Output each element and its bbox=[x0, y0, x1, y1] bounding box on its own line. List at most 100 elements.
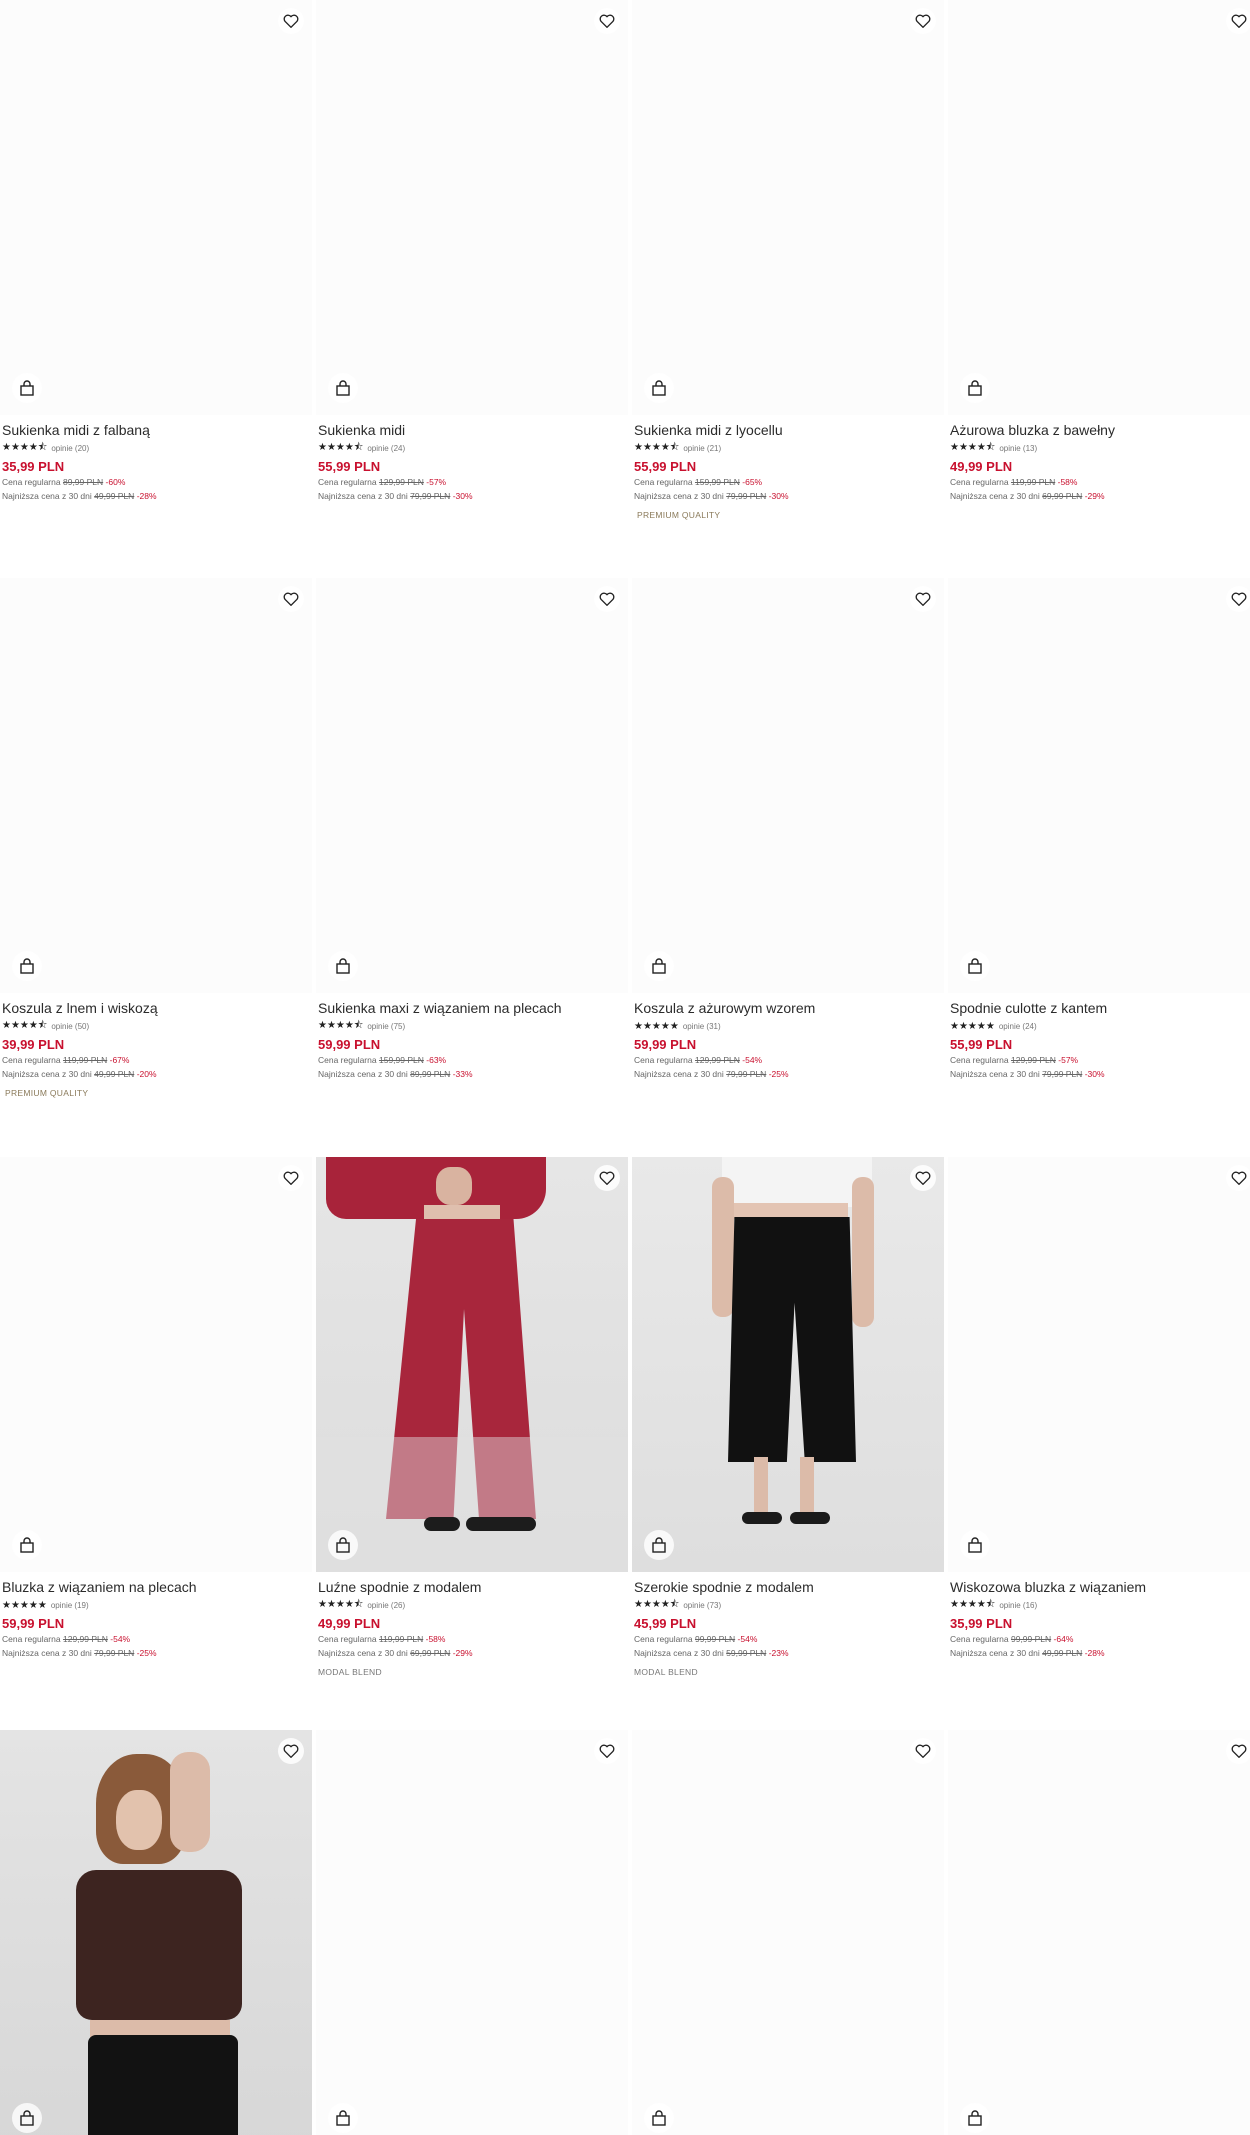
regular-price-line: Cena regularna 129,99 PLN -57% bbox=[950, 1055, 1079, 1065]
wishlist-heart-icon[interactable] bbox=[1226, 1165, 1250, 1191]
opinions-count[interactable]: opinie (73) bbox=[683, 1601, 721, 1610]
product-title[interactable]: Wiskozowa bluzka z wiązaniem bbox=[950, 1578, 1250, 1596]
wishlist-heart-icon[interactable] bbox=[278, 1738, 304, 1764]
rating-stars: ★★★★⯪ bbox=[318, 1598, 364, 1610]
add-to-bag-icon[interactable] bbox=[12, 373, 42, 403]
wishlist-heart-icon[interactable] bbox=[594, 586, 620, 612]
product-image[interactable] bbox=[316, 1157, 628, 1572]
add-to-bag-icon[interactable] bbox=[12, 951, 42, 981]
add-to-bag-icon[interactable] bbox=[644, 951, 674, 981]
product-price: 45,99 PLN bbox=[634, 1616, 697, 1631]
wishlist-heart-icon[interactable] bbox=[910, 586, 936, 612]
opinions-count[interactable]: opinie (31) bbox=[683, 1022, 721, 1031]
opinions-count[interactable]: opinie (26) bbox=[367, 1601, 405, 1610]
add-to-bag-icon[interactable] bbox=[960, 373, 990, 403]
product-title[interactable]: Szerokie spodnie z modalem bbox=[634, 1578, 944, 1596]
add-to-bag-icon[interactable] bbox=[328, 951, 358, 981]
product-title[interactable]: Spodnie culotte z kantem bbox=[950, 999, 1250, 1017]
regular-price-line: Cena regularna 159,99 PLN -63% bbox=[318, 1055, 447, 1065]
opinions-count[interactable]: opinie (24) bbox=[367, 444, 405, 453]
lowest-price-line: Najniższa cena z 30 dni 79,99 PLN -30% bbox=[634, 491, 789, 501]
add-to-bag-icon[interactable] bbox=[960, 1530, 990, 1560]
product-image[interactable] bbox=[632, 1157, 944, 1572]
add-to-bag-icon[interactable] bbox=[328, 373, 358, 403]
product-title[interactable]: Koszula z ażurowym wzorem bbox=[634, 999, 944, 1017]
product-title[interactable]: Sukienka midi z falbaną bbox=[2, 421, 312, 439]
wishlist-heart-icon[interactable] bbox=[910, 1738, 936, 1764]
product-title[interactable]: Sukienka midi z lyocellu bbox=[634, 421, 944, 439]
product-info: Sukienka midi ★★★★⯪ opinie (24) 55,99 PLN… bbox=[316, 421, 628, 503]
wishlist-heart-icon[interactable] bbox=[1226, 8, 1250, 34]
lowest-price-line: Najniższa cena z 30 dni 79,99 PLN -30% bbox=[318, 491, 473, 501]
product-image[interactable] bbox=[316, 578, 628, 993]
product-image[interactable] bbox=[948, 578, 1250, 993]
product-image[interactable] bbox=[316, 0, 628, 415]
product-photo-face bbox=[116, 1790, 162, 1850]
product-image[interactable] bbox=[0, 1157, 312, 1572]
add-to-bag-icon[interactable] bbox=[328, 2103, 358, 2133]
rating: ★★★★★ opinie (19) bbox=[2, 1599, 312, 1611]
add-to-bag-icon[interactable] bbox=[12, 1530, 42, 1560]
add-to-bag-icon[interactable] bbox=[644, 1530, 674, 1560]
product-title[interactable]: Bluzka z wiązaniem na plecach bbox=[2, 1578, 312, 1596]
regular-price-line: Cena regularna 89,99 PLN -60% bbox=[2, 477, 126, 487]
wishlist-heart-icon[interactable] bbox=[910, 1165, 936, 1191]
lowest-price-line: Najniższa cena z 30 dni 79,99 PLN -25% bbox=[2, 1648, 157, 1658]
product-image[interactable] bbox=[948, 0, 1250, 415]
add-to-bag-icon[interactable] bbox=[328, 1530, 358, 1560]
product-image[interactable] bbox=[632, 0, 944, 415]
add-to-bag-icon[interactable] bbox=[644, 2103, 674, 2133]
lowest-price-line: Najniższa cena z 30 dni 69,99 PLN -29% bbox=[318, 1648, 473, 1658]
product-image[interactable] bbox=[632, 578, 944, 993]
wishlist-heart-icon[interactable] bbox=[278, 8, 304, 34]
product-image[interactable] bbox=[0, 0, 312, 415]
product-image[interactable] bbox=[316, 1730, 628, 2135]
opinions-count[interactable]: opinie (21) bbox=[683, 444, 721, 453]
lowest-price-line: Najniższa cena z 30 dni 79,99 PLN -25% bbox=[634, 1069, 789, 1079]
wishlist-heart-icon[interactable] bbox=[278, 586, 304, 612]
product-price: 49,99 PLN bbox=[950, 459, 1013, 474]
product-photo-skin bbox=[424, 1205, 500, 1221]
opinions-count[interactable]: opinie (20) bbox=[51, 444, 89, 453]
rating: ★★★★⯪ opinie (73) bbox=[634, 1599, 944, 1611]
opinions-count[interactable]: opinie (75) bbox=[367, 1022, 405, 1031]
product-photo-hand bbox=[436, 1167, 472, 1205]
wishlist-heart-icon[interactable] bbox=[594, 1165, 620, 1191]
rating-stars: ★★★★⯪ bbox=[318, 441, 364, 453]
product-image[interactable] bbox=[0, 578, 312, 993]
wishlist-heart-icon[interactable] bbox=[594, 1738, 620, 1764]
rating-stars: ★★★★⯪ bbox=[2, 441, 48, 453]
wishlist-heart-icon[interactable] bbox=[594, 8, 620, 34]
product-image[interactable] bbox=[948, 1157, 1250, 1572]
add-to-bag-icon[interactable] bbox=[12, 2103, 42, 2133]
wishlist-heart-icon[interactable] bbox=[278, 1165, 304, 1191]
wishlist-heart-icon[interactable] bbox=[1226, 1738, 1250, 1764]
rating-stars: ★★★★⯪ bbox=[950, 1598, 996, 1610]
product-image[interactable] bbox=[0, 1730, 312, 2135]
add-to-bag-icon[interactable] bbox=[960, 951, 990, 981]
product-info: Sukienka midi z lyocellu ★★★★⯪ opinie (21… bbox=[632, 421, 944, 520]
opinions-count[interactable]: opinie (24) bbox=[999, 1022, 1037, 1031]
opinions-count[interactable]: opinie (16) bbox=[999, 1601, 1037, 1610]
product-title[interactable]: Koszula z lnem i wiskozą bbox=[2, 999, 312, 1017]
product-photo-arm bbox=[170, 1752, 210, 1852]
add-to-bag-icon[interactable] bbox=[960, 2103, 990, 2133]
product-title[interactable]: Ażurowa bluzka z bawełny bbox=[950, 421, 1250, 439]
product-title[interactable]: Sukienka maxi z wiązaniem na plecach bbox=[318, 999, 628, 1017]
product-image[interactable] bbox=[948, 1730, 1250, 2135]
regular-price-line: Cena regularna 119,99 PLN -58% bbox=[950, 477, 1078, 487]
product-image[interactable] bbox=[632, 1730, 944, 2135]
product-photo-shoe bbox=[466, 1517, 536, 1531]
rating: ★★★★⯪ opinie (21) bbox=[634, 442, 944, 454]
opinions-count[interactable]: opinie (50) bbox=[51, 1022, 89, 1031]
wishlist-heart-icon[interactable] bbox=[1226, 586, 1250, 612]
product-title[interactable]: Luźne spodnie z modalem bbox=[318, 1578, 628, 1596]
add-to-bag-icon[interactable] bbox=[644, 373, 674, 403]
opinions-count[interactable]: opinie (19) bbox=[51, 1601, 89, 1610]
opinions-count[interactable]: opinie (13) bbox=[999, 444, 1037, 453]
product-title[interactable]: Sukienka midi bbox=[318, 421, 628, 439]
rating-stars: ★★★★⯪ bbox=[2, 1019, 48, 1031]
lowest-price-line: Najniższa cena z 30 dni 59,99 PLN -23% bbox=[634, 1648, 789, 1658]
product-info: Koszula z lnem i wiskozą ★★★★⯪ opinie (50… bbox=[0, 999, 312, 1098]
wishlist-heart-icon[interactable] bbox=[910, 8, 936, 34]
